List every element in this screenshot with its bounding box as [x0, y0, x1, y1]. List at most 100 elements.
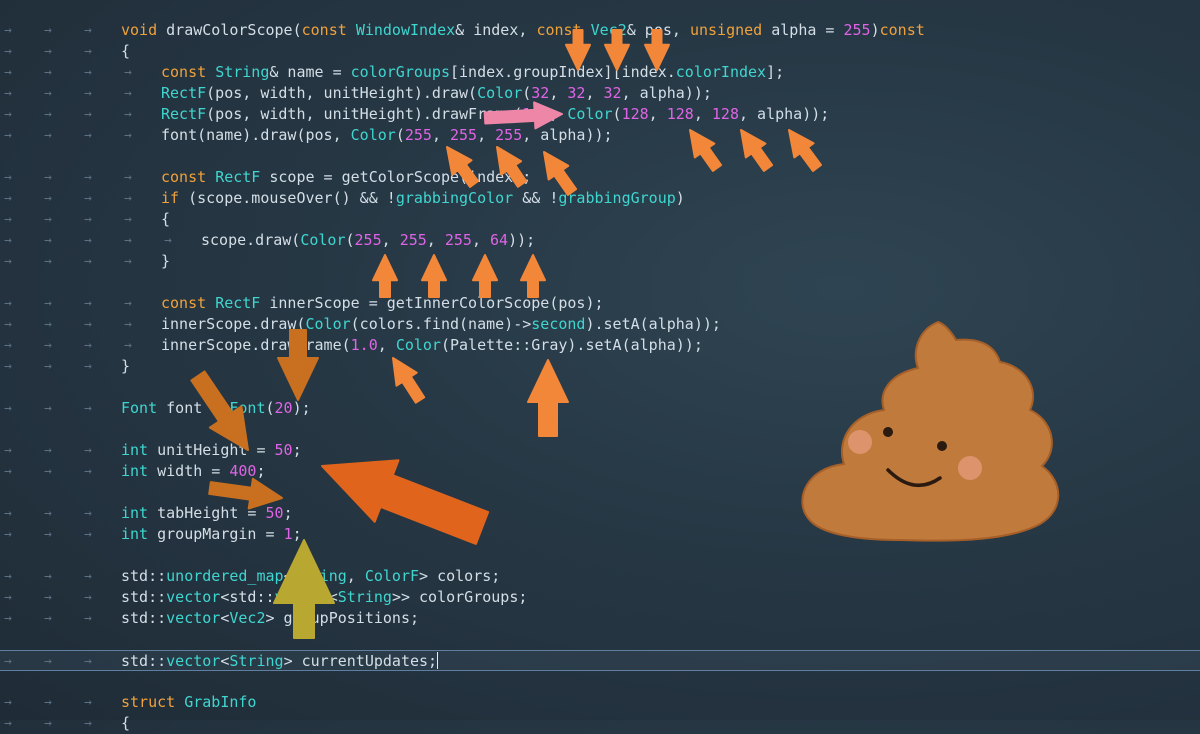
tab-marker: →	[84, 590, 92, 605]
code-token: WindowIndex	[355, 21, 456, 39]
tab-marker: →	[4, 611, 12, 626]
tab-marker: →	[4, 569, 12, 584]
code-token: const	[536, 21, 582, 39]
code-token: Font	[229, 399, 266, 417]
tab-marker: →	[84, 65, 92, 80]
code-editor[interactable]: → → → void drawColorScope(const WindowIndex…	[0, 0, 1200, 732]
code-line[interactable]: → → → → innerScope.drawFrame(1.0, Color(Pale…	[0, 335, 1200, 356]
code-token: void	[121, 21, 158, 39]
code-text: const RectF innerScope = getInnerColorSc…	[161, 293, 604, 314]
code-token: vector	[166, 609, 221, 627]
code-token: 128	[621, 105, 649, 123]
tab-marker: →	[4, 338, 12, 353]
code-line[interactable]: → → → std::vector<String> currentUpdates;	[0, 650, 1200, 671]
code-token: Color	[350, 126, 396, 144]
code-text: Font font = Font(20);	[121, 398, 311, 419]
code-token: Vec2	[229, 609, 266, 627]
tab-marker: →	[84, 86, 92, 101]
code-line[interactable]: → → → → → scope.draw(Color(255, 255, 255, 64)…	[0, 230, 1200, 251]
tab-marker: →	[124, 86, 132, 101]
code-token: 400	[229, 462, 257, 480]
tab-marker: →	[44, 296, 52, 311]
code-line[interactable]: → → → std::vector<Vec2> groupPositions;	[0, 608, 1200, 629]
tab-marker: →	[44, 695, 52, 710]
tab-marker: →	[44, 86, 52, 101]
tab-marker: →	[84, 464, 92, 479]
code-text: }	[121, 356, 130, 377]
code-line[interactable]: → → → → {	[0, 209, 1200, 230]
code-text: int groupMargin = 1;	[121, 524, 302, 545]
code-line[interactable]: → → → int unitHeight = 50;	[0, 440, 1200, 461]
tab-marker: →	[4, 23, 12, 38]
tab-marker: →	[44, 338, 52, 353]
code-line[interactable]: → → → → const RectF scope = getColorScope(in…	[0, 167, 1200, 188]
code-line[interactable]: → → → → innerScope.draw(Color(colors.find(na…	[0, 314, 1200, 335]
code-line[interactable]: → → → → if (scope.mouseOver() && !grabbingCo…	[0, 188, 1200, 209]
code-token: 128	[666, 105, 694, 123]
code-token: ColorF	[364, 567, 420, 585]
tab-marker: →	[84, 212, 92, 227]
code-token: font(name).draw(pos,	[161, 126, 351, 144]
code-line[interactable]: → → → std::vector<std::vector<String>> colo…	[0, 587, 1200, 608]
code-token: unsigned	[689, 21, 763, 39]
code-token: & pos,	[626, 21, 690, 39]
code-text: {	[121, 713, 130, 734]
code-token: ;	[292, 441, 302, 459]
code-text: const RectF scope = getColorScope(index)…	[161, 167, 531, 188]
code-line[interactable]: → → → {	[0, 713, 1200, 734]
code-token: )	[675, 189, 685, 207]
code-line[interactable]: → → → → font(name).draw(pos, Color(255, 255,…	[0, 125, 1200, 146]
code-line[interactable]: → → → {	[0, 41, 1200, 62]
code-token: String	[337, 588, 392, 606]
code-token: ,	[431, 126, 450, 144]
code-line[interactable]: → → → → RectF(pos, width, unitHeight).drawFr…	[0, 104, 1200, 125]
code-token: ,	[549, 84, 568, 102]
tab-marker: →	[44, 590, 52, 605]
tab-marker: →	[44, 212, 52, 227]
code-line[interactable]: → → → → const String& name = colorGroups[ind…	[0, 62, 1200, 83]
tab-marker: →	[164, 233, 172, 248]
code-line[interactable]: → → →}	[0, 356, 1200, 377]
tab-marker: →	[84, 254, 92, 269]
tab-marker: →	[4, 107, 12, 122]
tab-marker: →	[84, 716, 92, 731]
tab-marker: →	[44, 359, 52, 374]
code-token: grabbingColor	[395, 189, 514, 207]
tab-marker: →	[44, 654, 52, 669]
code-token: (	[522, 84, 532, 102]
code-token: colorGroups	[350, 63, 450, 81]
code-token: RectF	[161, 105, 207, 123]
code-token: <std::	[220, 588, 275, 606]
tab-marker: →	[4, 695, 12, 710]
tab-marker: →	[84, 338, 92, 353]
code-line[interactable]: → → → std::unordered_map<String, ColorF> co…	[0, 566, 1200, 587]
code-line[interactable]: → → → struct GrabInfo	[0, 692, 1200, 713]
code-line[interactable]: → → → → RectF(pos, width, unitHeight).draw(C…	[0, 83, 1200, 104]
tab-marker: →	[124, 338, 132, 353]
code-token: Color	[477, 84, 523, 102]
code-token: 255	[495, 126, 523, 144]
code-token: const	[301, 21, 347, 39]
code-line[interactable]: → → → → const RectF innerScope = getInnerCol…	[0, 293, 1200, 314]
code-line[interactable]: → → → Font font = Font(20);	[0, 398, 1200, 419]
code-token: innerScope.drawFrame(	[161, 336, 351, 354]
code-line[interactable]: → → → int tabHeight = 50;	[0, 503, 1200, 524]
code-token: ,	[549, 105, 568, 123]
code-line[interactable]: → → → →}	[0, 251, 1200, 272]
code-text: int width = 400;	[121, 461, 266, 482]
tab-marker: →	[4, 443, 12, 458]
tab-marker: →	[84, 654, 92, 669]
tab-marker: →	[84, 44, 92, 59]
code-token: && !	[513, 189, 559, 207]
tab-marker: →	[124, 170, 132, 185]
code-token: >> colorGroups;	[391, 588, 528, 606]
tab-marker: →	[4, 233, 12, 248]
code-line[interactable]: → → → int groupMargin = 1;	[0, 524, 1200, 545]
code-line[interactable]: → → → int width = 400;	[0, 461, 1200, 482]
tab-marker: →	[4, 401, 12, 416]
tab-marker: →	[124, 212, 132, 227]
code-text: std::vector<String> currentUpdates;	[121, 651, 439, 672]
code-line[interactable]: → → → void drawColorScope(const WindowIndex…	[0, 20, 1200, 41]
tab-marker: →	[84, 107, 92, 122]
